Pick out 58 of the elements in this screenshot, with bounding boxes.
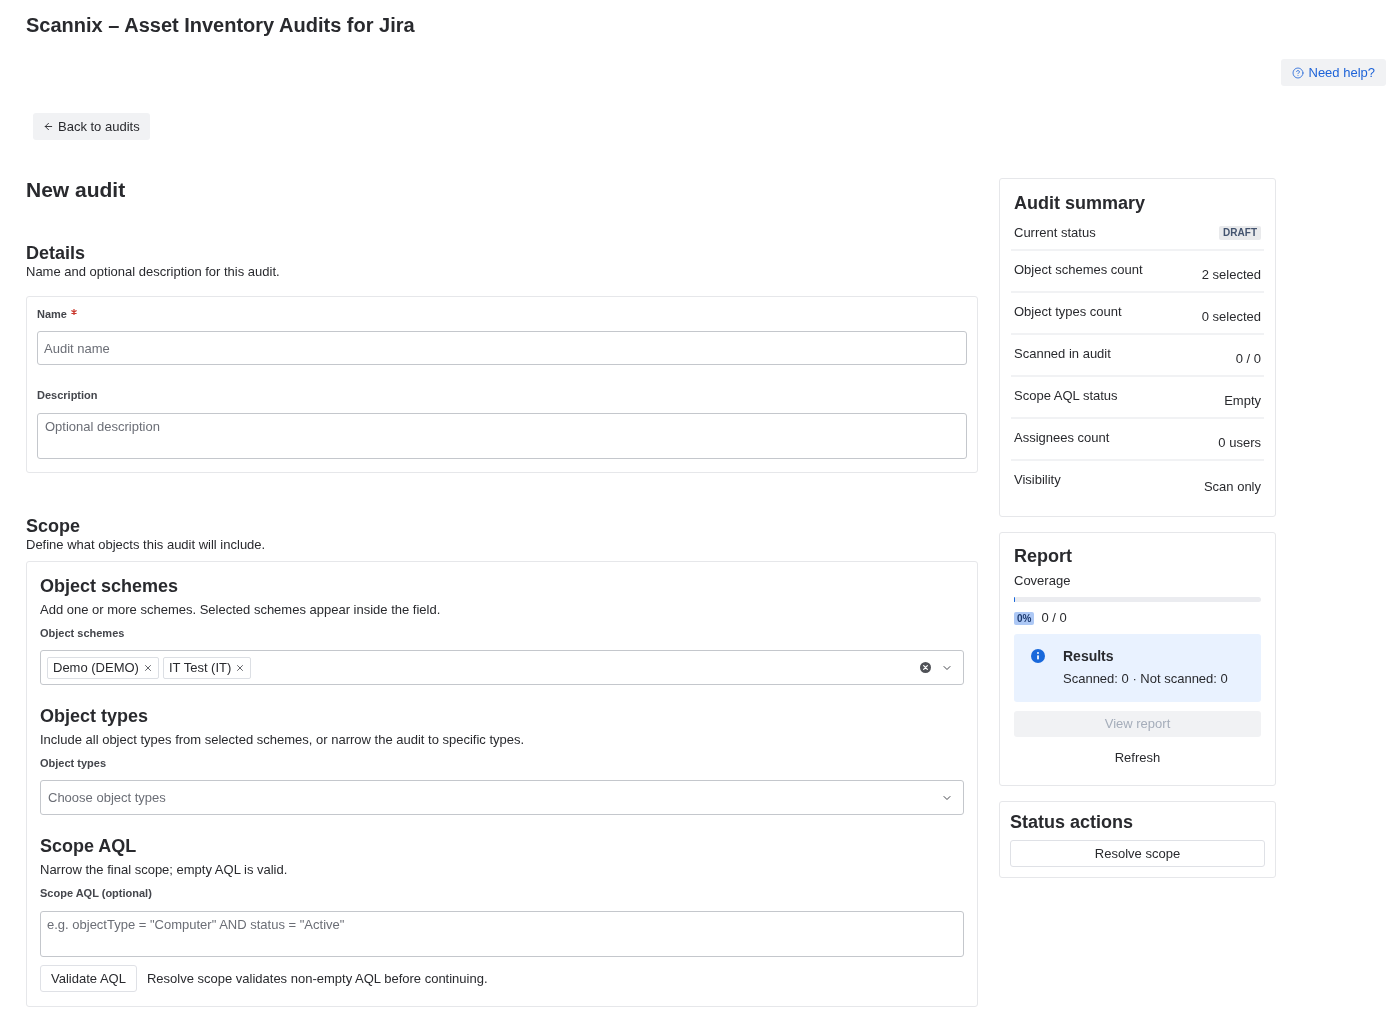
aql-note: Resolve scope validates non-empty AQL before continuing. — [146, 970, 488, 987]
tag-label: IT Test (IT) — [168, 659, 232, 676]
multi-select-field[interactable]: Demo (DEMO) IT Test (IT) — [40, 650, 964, 685]
field-label: Name — [37, 307, 67, 321]
card-title: Report — [1014, 545, 1073, 567]
results-text: Scanned: 0 · Not scanned: 0 — [1063, 671, 1228, 687]
section-subtitle: Define what objects this audit will include. — [26, 537, 267, 553]
help-button[interactable]: Need help? — [1280, 59, 1386, 86]
field-label: Object schemes — [40, 626, 125, 640]
section-description: Add one or more schemes. Selected schemes appear inside the field. — [40, 602, 442, 618]
card-title: Status actions — [1010, 811, 1135, 833]
close-icon[interactable] — [142, 662, 153, 673]
section-title: Scope AQL — [40, 835, 138, 857]
section-subtitle: Name and optional description for this audit. — [26, 264, 281, 280]
summary-label: Visibility — [1014, 472, 1061, 488]
section-description: Narrow the final scope; empty AQL is valid. — [40, 862, 289, 878]
aql-textarea-field[interactable]: e.g. objectType = "Computer" AND status = "Active" — [40, 911, 964, 957]
summary-label: Object schemes count — [1014, 262, 1143, 278]
summary-label: Object types count — [1014, 304, 1122, 320]
field-label: Scope AQL (optional) — [40, 886, 152, 900]
summary-label: Scanned in audit — [1014, 346, 1111, 362]
section-title: Object schemes — [40, 575, 180, 597]
summary-value: Empty — [1224, 393, 1261, 409]
card-title: Audit summary — [1013, 192, 1147, 214]
text-input-field[interactable]: Audit name — [37, 331, 967, 365]
section-description: Include all object types from selected schemes, or narrow the audit to specific types. — [40, 732, 526, 748]
section-heading: Details — [26, 242, 87, 264]
section-title: Object types — [40, 705, 150, 727]
app-title: Scannix – Asset Inventory Audits for Jira — [26, 13, 415, 38]
summary-label: Scope AQL status — [1014, 388, 1118, 404]
summary-label: Current status — [1014, 225, 1096, 241]
resolve-scope-button[interactable]: Resolve scope — [1010, 840, 1265, 867]
summary-value: 2 selected — [1201, 267, 1261, 283]
page-title: New audit — [26, 178, 127, 202]
summary-value: 0 selected — [1201, 309, 1261, 325]
field-label: Description — [37, 388, 98, 402]
validate-aql-button[interactable]: Validate AQL — [40, 965, 137, 992]
percent-badge: 0% — [1014, 611, 1035, 625]
summary-value: 0 / 0 — [1235, 351, 1261, 367]
summary-value: 0 users — [1218, 435, 1261, 451]
close-icon[interactable] — [235, 662, 246, 673]
coverage-count: 0 / 0 — [1041, 610, 1067, 626]
field-label: Object types — [40, 756, 107, 770]
tag-label: Demo (DEMO) — [53, 659, 139, 676]
back-button[interactable]: Back to audits — [33, 113, 150, 140]
info-icon — [1031, 649, 1045, 663]
section-heading: Scope — [26, 515, 82, 537]
summary-value: Scan only — [1203, 479, 1261, 495]
clear-icon[interactable] — [920, 662, 931, 673]
results-title: Results — [1063, 647, 1115, 665]
summary-label: Assignees count — [1014, 430, 1110, 446]
help-icon — [1291, 66, 1304, 79]
status-badge: DRAFT — [1219, 226, 1261, 240]
coverage-label: Coverage — [1014, 573, 1072, 589]
textarea-field[interactable]: Optional description — [37, 413, 967, 459]
arrow-left-icon — [43, 121, 54, 132]
object-types-select[interactable]: Choose object types — [40, 780, 964, 815]
refresh-button[interactable]: Refresh — [1104, 745, 1171, 771]
